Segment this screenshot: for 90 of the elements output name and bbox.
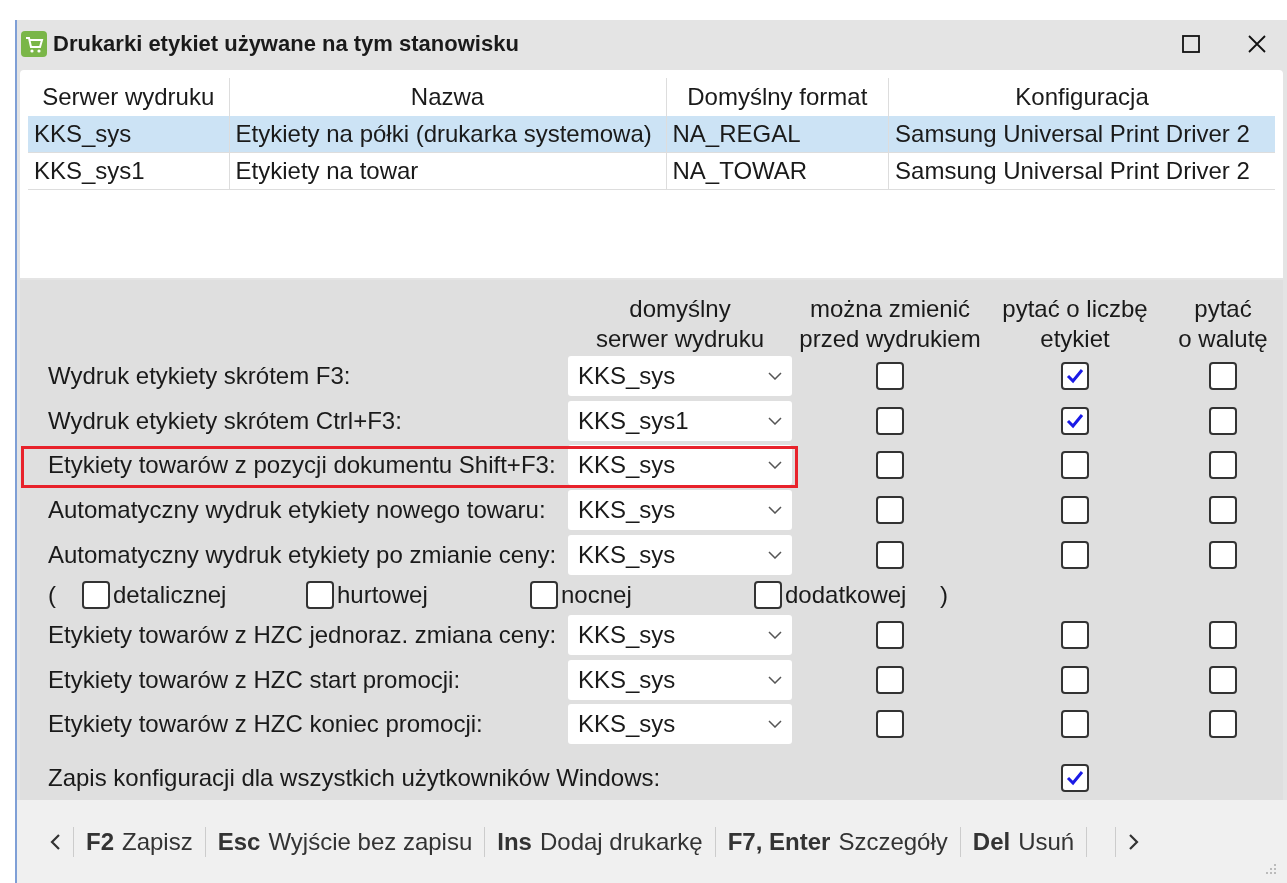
- checkbox[interactable]: [1209, 406, 1237, 435]
- option-label: hurtowej: [337, 580, 428, 609]
- setting-label: Wydruk etykiety skrótem Ctrl+F3:: [47, 406, 403, 435]
- checkbox[interactable]: [306, 580, 334, 609]
- setting-label: Etykiety towarów z pozycji dokumentu Shift+F3:: [47, 451, 557, 480]
- checkbox[interactable]: [1061, 406, 1089, 435]
- check-icon: [1066, 368, 1084, 385]
- checkbox[interactable]: [1209, 710, 1237, 739]
- table-cell: Etykiety na półki (drukarka systemowa): [229, 116, 666, 153]
- setting-label: Etykiety towarów z HZC jednoraz. zmiana ceny:: [47, 621, 558, 650]
- checkbox[interactable]: [876, 665, 904, 694]
- option-label: nocnej: [561, 580, 632, 609]
- checkbox[interactable]: [876, 540, 904, 569]
- server-dropdown[interactable]: KKS_sys: [568, 445, 792, 486]
- maximize-icon: [1182, 35, 1200, 53]
- table-row[interactable]: KKS_sys1 Etykiety na towar NA_TOWAR Samsung Universal Print Driver 2: [28, 152, 1275, 190]
- checkbox[interactable]: [1061, 362, 1089, 391]
- column-header: pytać o walutę: [1177, 294, 1269, 354]
- table-row[interactable]: KKS_sys Etykiety na półki (drukarka systemowa) NA_REGAL Samsung Universal Print Driver 2: [28, 116, 1275, 153]
- setting-label: Etykiety towarów z HZC koniec promocji:: [47, 710, 484, 739]
- checkbox[interactable]: [876, 621, 904, 650]
- table-cell: NA_TOWAR: [666, 152, 889, 190]
- close-icon: [1247, 34, 1267, 54]
- column-header[interactable]: Serwer wydruku: [28, 78, 230, 116]
- checkbox[interactable]: [1209, 496, 1237, 525]
- checkbox[interactable]: [1209, 540, 1237, 569]
- chevron-down-icon: [768, 550, 782, 559]
- checkbox[interactable]: [876, 362, 904, 391]
- server-dropdown[interactable]: KKS_sys: [568, 534, 792, 575]
- setting-label: Automatyczny wydruk etykiety po zmianie ceny:: [47, 540, 558, 569]
- server-dropdown[interactable]: KKS_sys: [568, 615, 792, 656]
- checkbox[interactable]: [1061, 540, 1089, 569]
- cart-icon: [21, 31, 47, 57]
- checkbox[interactable]: [876, 406, 904, 435]
- window-title: Drukarki etykiet używane na tym stanowisku: [53, 31, 520, 57]
- server-dropdown[interactable]: KKS_sys: [568, 659, 792, 700]
- checkbox[interactable]: [876, 496, 904, 525]
- checkbox[interactable]: [530, 580, 558, 609]
- chevron-down-icon: [768, 720, 782, 729]
- checkbox[interactable]: [82, 580, 110, 609]
- chevron-down-icon: [768, 372, 782, 381]
- checkbox[interactable]: [1061, 710, 1089, 739]
- bracket: ): [940, 580, 948, 609]
- table-cell: KKS_sys: [28, 116, 230, 153]
- table-cell: KKS_sys1: [28, 152, 230, 190]
- resize-grip-icon: [1265, 863, 1277, 875]
- checkbox[interactable]: [1061, 496, 1089, 525]
- checkbox[interactable]: [1061, 621, 1089, 650]
- check-icon: [1066, 769, 1084, 786]
- checkbox[interactable]: [1061, 451, 1089, 480]
- chevron-down-icon: [768, 675, 782, 684]
- shortcut-button[interactable]: F7, Enter Szczegóły: [715, 827, 960, 856]
- server-dropdown[interactable]: KKS_sys: [568, 356, 792, 397]
- column-header: domyślny serwer wydruku: [594, 294, 765, 354]
- chevron-down-icon: [768, 416, 782, 425]
- chevron-left-icon: [49, 832, 61, 851]
- chevron-down-icon: [768, 631, 782, 640]
- server-dropdown[interactable]: KKS_sys: [568, 704, 792, 745]
- chevron-down-icon: [768, 506, 782, 515]
- option-label: detalicznej: [113, 580, 227, 609]
- shortcut-button[interactable]: F2 Zapisz: [74, 827, 205, 856]
- shortcut-button[interactable]: Del Usuń: [960, 827, 1087, 856]
- table-cell: Samsung Universal Print Driver 2: [888, 116, 1275, 153]
- checkbox[interactable]: [1061, 763, 1089, 792]
- table-cell: Etykiety na towar: [229, 152, 666, 190]
- setting-label: Wydruk etykiety skrótem F3:: [47, 362, 352, 391]
- server-dropdown[interactable]: KKS_sys: [568, 490, 792, 531]
- server-dropdown[interactable]: KKS_sys1: [568, 400, 792, 441]
- checkbox[interactable]: [1061, 665, 1089, 694]
- checkbox[interactable]: [1209, 665, 1237, 694]
- check-icon: [1066, 412, 1084, 429]
- shortcut-button[interactable]: Ins Dodaj drukarkę: [485, 827, 715, 856]
- setting-label: Zapis konfiguracji dla wszystkich użytkowników Windows:: [47, 763, 661, 792]
- checkbox[interactable]: [1209, 451, 1237, 480]
- column-header: pytać o liczbę etykiet: [1001, 294, 1149, 354]
- table-cell: Samsung Universal Print Driver 2: [888, 152, 1275, 190]
- checkbox[interactable]: [876, 451, 904, 480]
- chevron-right-icon: [1128, 832, 1141, 851]
- table-cell: NA_REGAL: [666, 116, 889, 153]
- checkbox[interactable]: [876, 710, 904, 739]
- shortcut-button[interactable]: Esc Wyjście bez zapisu: [205, 827, 485, 856]
- column-header: można zmienić przed wydrukiem: [798, 294, 982, 354]
- setting-label: Automatyczny wydruk etykiety nowego towaru:: [47, 496, 547, 525]
- checkbox[interactable]: [1209, 621, 1237, 650]
- checkbox[interactable]: [754, 580, 782, 609]
- chevron-down-icon: [768, 461, 782, 470]
- checkbox[interactable]: [1209, 362, 1237, 391]
- setting-label: Etykiety towarów z HZC start promocji:: [47, 665, 462, 694]
- option-label: dodatkowej: [785, 580, 907, 609]
- bracket: (: [48, 580, 57, 609]
